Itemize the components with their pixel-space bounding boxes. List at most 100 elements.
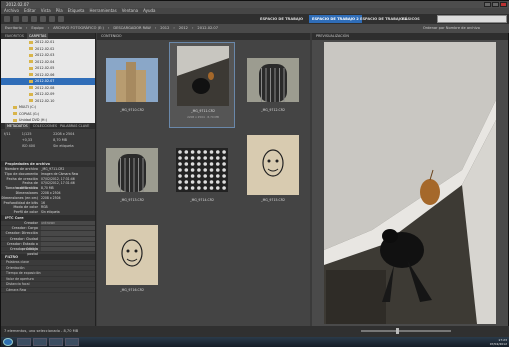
- slider-knob[interactable]: [396, 328, 399, 334]
- chevron-right-icon: ›: [25, 26, 28, 30]
- taskbar-app-ie[interactable]: [17, 338, 31, 346]
- workspace-tab[interactable]: ESPACIO DE TRABAJO: [257, 15, 306, 23]
- folder-label: MULTI (C:): [19, 105, 37, 109]
- iptc-row: Creador: Código postal: [1, 246, 95, 257]
- refine-icon[interactable]: [49, 16, 55, 22]
- up-folder-icon[interactable]: [22, 16, 28, 22]
- folders-tree: 2012.02.01 2012.02.02 2012.02.03 2012.02.04…: [1, 39, 95, 123]
- workspace-tab[interactable]: BÁSICOS: [399, 15, 423, 23]
- iptc-key: Creador: Estado o provincia: [6, 241, 38, 251]
- thumbnail-item[interactable]: _MG_9711.CR2 2208 x 2504 · 8,70 MB: [169, 42, 235, 128]
- breadcrumb-item[interactable]: Escritorio: [5, 24, 22, 33]
- thumbnail-image: [106, 225, 158, 285]
- workspace-tab[interactable]: ESPACIO DE TRABAJO 2: [309, 15, 362, 23]
- thumbnail-item[interactable]: _MG_9714.CR2: [169, 132, 235, 218]
- iptc-field[interactable]: [41, 236, 95, 241]
- forward-arrow-icon[interactable]: [13, 16, 19, 22]
- iptc-key: Creador: Dirección: [5, 231, 38, 236]
- start-button[interactable]: [3, 338, 13, 346]
- folder-icon: [29, 66, 33, 70]
- folder-icon: [29, 73, 33, 76]
- iptc-key: Creador: [24, 220, 38, 225]
- metadata-summary: f/11 1/125 2208 x 2504 +0,33 8,70 MB ISO 400 S…: [1, 129, 95, 161]
- taskbar-app-media[interactable]: [49, 338, 63, 346]
- breadcrumb-item[interactable]: DESCARGADOR RAW: [113, 24, 150, 33]
- thumbnail-filename: _MG_9710.CR2: [119, 108, 144, 112]
- workspace-bar: ESPACIO DE TRABAJO ESPACIO DE TRABAJO 2 ES…: [1, 14, 509, 24]
- iptc-key: Creador: Cargo: [11, 226, 38, 231]
- content-panel: CONTENIDO _MG_9710.CR2 _MG_9711.CR2 2208 x…: [97, 33, 310, 337]
- thumbnail-image: [176, 148, 228, 192]
- filter-item[interactable]: Cámara Raw: [1, 288, 95, 294]
- chevron-right-icon: ›: [154, 26, 157, 30]
- thumbnail-details: 2208 x 2504 · 8,70 MB: [187, 115, 219, 119]
- preview-tab[interactable]: PREVISUALIZACIÓN: [312, 33, 508, 40]
- thumbnail-image: [247, 58, 299, 102]
- thumbnail-item[interactable]: _MG_9716.CR2: [99, 222, 165, 308]
- breadcrumb-item[interactable]: 2012: [179, 24, 188, 33]
- minimize-button[interactable]: [484, 2, 491, 7]
- folder-label: 2012.02.10: [35, 98, 55, 103]
- thumbnail-image: [106, 58, 158, 102]
- thumbnail-item[interactable]: _MG_9712.CR2: [240, 42, 306, 128]
- title-bar: 2012.02.07: [1, 1, 509, 8]
- breadcrumb-item[interactable]: 2012.02.07: [197, 24, 218, 33]
- iptc-field[interactable]: [41, 226, 95, 231]
- folder-icon: [29, 40, 33, 44]
- folder-label: 2012.02.02: [35, 46, 55, 51]
- iptc-key: Creador: Código postal: [9, 246, 38, 257]
- thumbnail-filename: _MG_9714.CR2: [189, 198, 214, 202]
- metadata-value: Sin etiqueta: [53, 144, 74, 148]
- iptc-field[interactable]: unknown: [41, 220, 95, 226]
- iptc-field[interactable]: [41, 246, 95, 252]
- folder-icon: [13, 105, 17, 109]
- thumbnail-filename: _MG_9712.CR2: [260, 108, 285, 112]
- folder-label: 2012.02.01: [35, 40, 55, 44]
- folder-label: 2012.02.08: [35, 85, 55, 90]
- boomerang-icon[interactable]: [31, 16, 37, 22]
- search-input[interactable]: [437, 15, 507, 23]
- metadata-value: [4, 143, 14, 149]
- chevron-right-icon: ›: [107, 26, 110, 30]
- iptc-field[interactable]: [41, 231, 95, 236]
- folder-icon: [13, 112, 17, 115]
- iptc-field[interactable]: [41, 241, 95, 246]
- iptc-key: Creador: Ciudad: [9, 236, 38, 241]
- open-in-raw-icon[interactable]: [58, 16, 64, 22]
- path-bar: Escritorio › Equipo › ARCHIVO FOTOGRÁFICO (E…: [1, 24, 509, 33]
- camera-download-icon[interactable]: [40, 16, 46, 22]
- nav-tools: [4, 16, 64, 22]
- folder-icon: [29, 79, 33, 83]
- maximize-button[interactable]: [492, 2, 499, 7]
- taskbar-app-bridge[interactable]: [65, 338, 79, 346]
- thumbnail-item[interactable]: _MG_9715.CR2: [240, 132, 306, 218]
- status-bar: 7 elementos, uno seleccionado - 8,70 MB: [1, 326, 509, 337]
- breadcrumb-item[interactable]: Equipo: [31, 24, 43, 33]
- status-text: 7 elementos, uno seleccionado - 8,70 MB: [4, 329, 79, 333]
- folder-icon: [29, 60, 33, 63]
- content-tab[interactable]: CONTENIDO: [97, 33, 310, 40]
- thumbnail-size-slider[interactable]: [361, 330, 451, 332]
- chevron-right-icon: ›: [191, 26, 194, 30]
- close-button[interactable]: [500, 2, 507, 7]
- back-arrow-icon[interactable]: [4, 16, 10, 22]
- chevron-right-icon: ›: [173, 26, 175, 30]
- taskbar-app-explorer[interactable]: [33, 338, 47, 346]
- thumbnail-item[interactable]: _MG_9713.CR2: [99, 132, 165, 218]
- thumbnail-item[interactable]: _MG_9710.CR2: [99, 42, 165, 128]
- sort-dropdown[interactable]: Ordenar por Nombre de archivo: [423, 24, 480, 33]
- left-panel: FAVORITOS CARPETAS 2012.02.01 2012.02.02 20…: [1, 33, 96, 337]
- breadcrumb-item[interactable]: ARCHIVO FOTOGRÁFICO (E:): [53, 24, 104, 33]
- folder-label: 2012.02.09: [35, 92, 55, 96]
- thumbnail-filename: _MG_9715.CR2: [260, 198, 285, 202]
- breadcrumb-item[interactable]: 2012: [160, 24, 169, 33]
- folder-label: 2012.02.05: [35, 66, 55, 70]
- property-value: Sin etiqueta: [41, 210, 60, 215]
- chevron-right-icon: ›: [47, 26, 50, 30]
- metadata-summary-row: ISO 400 Sin etiqueta: [4, 143, 92, 149]
- clock: 17:23 07/02/2012: [490, 338, 507, 346]
- folder-icon: [29, 86, 33, 89]
- folder-item[interactable]: Unidad DVD (H:): [1, 117, 95, 124]
- file-properties: Propiedades de archivo Nombre de archivo…: [1, 161, 95, 294]
- folder-icon: [29, 99, 33, 102]
